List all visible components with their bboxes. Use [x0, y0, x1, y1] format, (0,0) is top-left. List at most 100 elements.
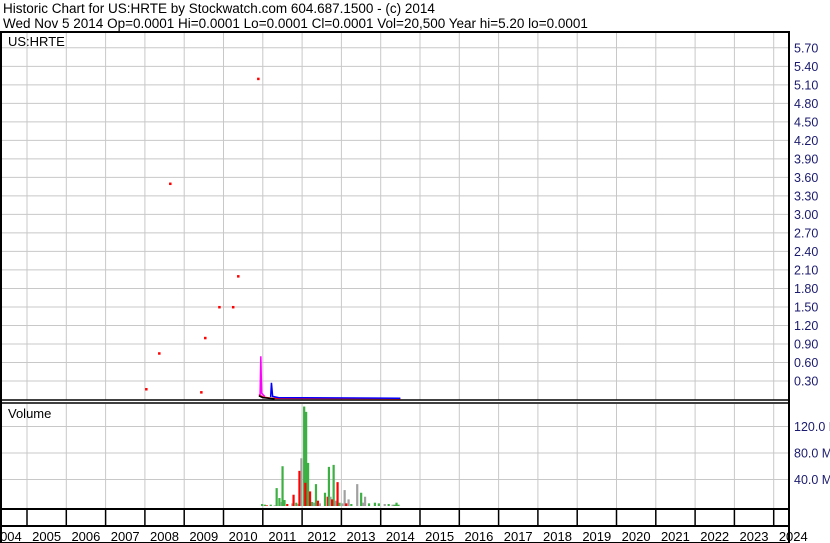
price-point	[218, 305, 221, 309]
volume-bar	[312, 502, 316, 506]
year-label: 2009	[189, 529, 218, 543]
price-tick-label: 2.70	[794, 226, 818, 240]
year-label: 2020	[622, 529, 651, 543]
price-point	[231, 305, 235, 309]
year-label: 2004	[0, 529, 22, 543]
price-tick-label: 3.00	[794, 208, 818, 222]
year-label: 2016	[464, 529, 493, 543]
price-tick-label: 0.60	[794, 356, 818, 370]
volume-bar	[350, 504, 353, 506]
volume-bar	[363, 496, 367, 506]
year-label: 2006	[71, 529, 100, 543]
year-label: 2008	[150, 529, 179, 543]
year-label: 2010	[229, 529, 258, 543]
volume-bar	[330, 499, 334, 506]
volume-bar	[362, 502, 365, 506]
price-tick-label: 4.50	[794, 115, 818, 129]
price-tick-label: 0.90	[794, 337, 818, 351]
price-tick-label: 5.10	[794, 78, 818, 92]
year-label: 2012	[307, 529, 336, 543]
chart-frame	[0, 31, 790, 543]
year-label: 2024	[779, 529, 808, 543]
volume-bar	[347, 499, 350, 506]
price-point	[169, 182, 172, 186]
year-label: 2018	[543, 529, 572, 543]
volume-tick-label: 80.0 M	[794, 446, 830, 460]
volume-bar	[281, 466, 284, 506]
year-label: 2022	[700, 529, 729, 543]
price-point	[257, 77, 260, 81]
volume-tick-label: 40.0 M	[794, 473, 830, 487]
volume-bar	[395, 502, 398, 506]
year-label: 2023	[740, 529, 769, 543]
volume-bar	[387, 504, 390, 506]
price-point	[204, 336, 207, 340]
price-tick-label: 4.20	[794, 134, 818, 148]
volume-bar	[341, 503, 344, 506]
price-tick-label: 5.40	[794, 60, 818, 74]
volume-bar	[334, 500, 337, 506]
volume-bar	[367, 503, 371, 506]
volume-bar	[300, 458, 303, 506]
volume-bar	[304, 482, 307, 506]
year-label: 2019	[582, 529, 611, 543]
price-tick-label: 1.50	[794, 300, 818, 314]
volume-bar	[373, 502, 377, 506]
volume-bar	[306, 462, 310, 506]
volume-bar	[393, 504, 396, 506]
price-tick-label: 5.70	[794, 41, 818, 55]
volume-bar	[383, 504, 386, 506]
price-tick-label: 1.20	[794, 319, 818, 333]
volume-bar	[283, 500, 286, 506]
volume-bar	[314, 484, 318, 506]
price-tick-label: 0.30	[794, 374, 818, 388]
price-tick-label: 4.80	[794, 97, 818, 111]
volume-bar	[345, 503, 348, 506]
volume-bar	[261, 504, 264, 506]
volume-bar	[316, 500, 320, 506]
volume-bar	[275, 488, 278, 506]
price-tick-label: 3.60	[794, 171, 818, 185]
volume-bar	[265, 505, 268, 506]
volume-bar	[323, 492, 327, 506]
volume-bar	[338, 502, 341, 506]
price-tick-label: 2.40	[794, 245, 818, 259]
price-point	[145, 388, 148, 391]
volume-bar	[397, 504, 400, 506]
stock-chart: 0.30 0.60 0.90 1.20 1.50 1.80 2.10 2.40 2.70 3.00…	[0, 31, 830, 543]
price-tick-label: 3.30	[794, 189, 818, 203]
volume-bar	[356, 484, 359, 506]
year-label: 2017	[504, 529, 533, 543]
price-point	[158, 352, 161, 355]
volume-bar	[263, 504, 266, 506]
volume-bar	[377, 503, 380, 506]
volume-bar	[278, 498, 281, 506]
price-tick-label: 3.90	[794, 152, 818, 166]
volume-bar	[360, 492, 363, 506]
volume-panel-title: Volume	[8, 406, 51, 421]
year-label: 2007	[111, 529, 140, 543]
price-point	[237, 275, 240, 278]
year-label: 2013	[347, 529, 376, 543]
volume-bar	[318, 503, 321, 506]
price-point	[200, 391, 203, 394]
volume-bar	[269, 504, 272, 506]
volume-bar	[308, 491, 312, 506]
volume-bar	[336, 482, 339, 506]
price-tick-label: 1.80	[794, 282, 818, 296]
year-label: 2014	[386, 529, 415, 543]
volume-bar	[295, 502, 298, 506]
volume-bar	[310, 502, 314, 506]
volume-tick-label: 120.0 M	[794, 420, 830, 434]
volume-bar	[298, 470, 301, 506]
volume-bar	[391, 504, 394, 506]
year-label: 2015	[425, 529, 454, 543]
volume-bar	[292, 494, 295, 506]
year-label: 2021	[661, 529, 690, 543]
price-panel-title: US:HRTE	[8, 34, 65, 49]
volume-bar	[286, 504, 289, 506]
year-label: 2005	[32, 529, 61, 543]
volume-bar	[273, 505, 276, 506]
price-tick-label: 2.10	[794, 263, 818, 277]
year-label: 2011	[268, 529, 296, 543]
